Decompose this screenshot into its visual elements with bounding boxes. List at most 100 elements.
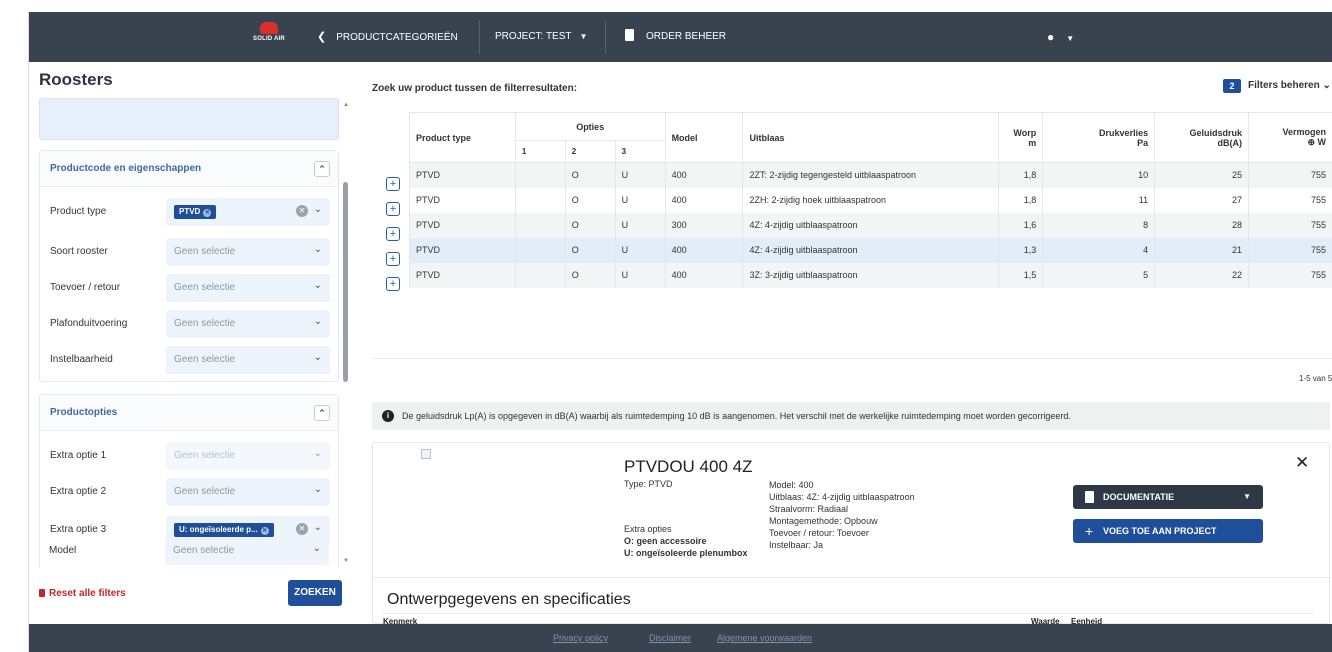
logo-mark-icon (260, 22, 278, 34)
col-header-uitblaas[interactable]: Uitblaas (742, 112, 1000, 163)
plus-icon: + (1085, 523, 1094, 539)
scroll-down-icon[interactable]: ▼ (343, 558, 349, 564)
collapse-button[interactable]: ⌃ (314, 405, 330, 421)
disclaimer-link[interactable]: Disclaimer (649, 633, 691, 643)
filter-row-plafond: Plafonduitvoering Geen selectie ⌄ (40, 307, 340, 341)
select-placeholder: Geen selectie (174, 450, 236, 461)
documentation-dropdown-button[interactable]: DOCUMENTATIE ▼ (1073, 485, 1263, 509)
model-select[interactable]: Geen selectie ⌄ (165, 537, 329, 565)
chevron-up-icon: ⌃ (318, 408, 326, 418)
nav-order-beheer[interactable]: ORDER BEHEER (625, 12, 726, 62)
expand-row-icon[interactable]: + (386, 202, 400, 216)
select-placeholder: Geen selectie (174, 354, 236, 365)
toevoer-retour-select[interactable]: Geen selectie ⌄ (166, 274, 330, 302)
table-row[interactable]: PTVD O U 300 4Z: 4-zijdig uitblaaspatroo… (409, 212, 1332, 238)
cell-type: PTVD (409, 237, 516, 263)
documentation-label: DOCUMENTATIE (1103, 492, 1175, 502)
nav-project-dropdown[interactable]: PROJECT: TEST ▼ (495, 12, 587, 62)
expand-row-icon[interactable]: + (386, 177, 400, 191)
cell-optie-3: U (614, 187, 666, 213)
cell-uitblaas: 4Z: 4-zijdig uitblaaspatroon (742, 237, 1000, 263)
broken-image-icon (421, 449, 431, 459)
sidebar-scrollbar[interactable]: ▲ ▼ (343, 102, 349, 568)
reset-filters-link[interactable]: Reset alle filters (39, 588, 126, 599)
cell-uitblaas: 3Z: 3-zijdig uitblaaspatroon (742, 262, 1000, 288)
info-text: De geluidsdruk Lp(A) is opgegeven in dB(… (402, 411, 1071, 421)
filters-manage-dropdown[interactable]: Filters beheren ⌄ (1248, 80, 1331, 91)
cell-vermogen: 755 (1248, 187, 1332, 213)
search-button[interactable]: ZOEKEN (288, 580, 342, 606)
filter-card-header[interactable]: Productopties ⌃ (40, 395, 338, 431)
extra-options: Extra opties O: geen accessoire U: ongeï… (624, 523, 748, 559)
filter-scroll-area[interactable]: Productcode en eigenschappen ⌃ Product t… (37, 98, 345, 568)
col-header-product-type[interactable]: Product type (409, 112, 516, 163)
cell-optie-3: U (614, 212, 666, 238)
extra-optie-2-select[interactable]: Geen selectie ⌄ (166, 478, 330, 506)
scroll-up-icon[interactable]: ▲ (343, 102, 349, 108)
terms-link[interactable]: Algemene voorwaarden (717, 633, 812, 643)
filter-row-instel: Instelbaarheid Geen selectie ⌄ (40, 343, 340, 377)
user-menu[interactable]: ● ▼ (1047, 12, 1074, 62)
chevron-down-icon: ⌄ (313, 522, 322, 533)
instelbaarheid-select[interactable]: Geen selectie ⌄ (166, 346, 330, 374)
brand-logo[interactable]: SOLID AIR (253, 22, 285, 52)
select-placeholder: Geen selectie (174, 282, 236, 293)
select-placeholder: Geen selectie (174, 246, 236, 257)
privacy-policy-link[interactable]: Privacy policy (553, 633, 608, 643)
filter-card-header[interactable]: Productcode en eigenschappen ⌃ (40, 151, 338, 187)
select-placeholder: Geen selectie (173, 545, 235, 556)
info-icon: i (382, 410, 394, 422)
col-header-worp[interactable]: Worp m (998, 112, 1044, 163)
add-to-project-button[interactable]: + VOEG TOE AAN PROJECT (1073, 519, 1263, 543)
detail-divider (373, 577, 1331, 578)
filter-row-product-type: Product type PTVD ✕ ✕ ⌄ (40, 195, 340, 229)
trash-icon (39, 589, 45, 597)
table-divider (373, 358, 1332, 359)
expand-row-icon[interactable]: + (386, 227, 400, 241)
close-icon[interactable]: ✕ (1295, 453, 1309, 473)
chevron-down-icon: ⌄ (312, 543, 321, 554)
caret-down-icon: ▼ (1243, 492, 1251, 501)
selected-chip[interactable]: PTVD ✕ (174, 205, 217, 219)
nav-back-productcategories[interactable]: ❮ PRODUCTCATEGORIEËN (317, 12, 458, 62)
collapse-button[interactable]: ⌃ (314, 161, 330, 177)
scrollbar-thumb[interactable] (343, 182, 348, 382)
cell-optie-2: O (564, 162, 616, 188)
cell-optie-1 (514, 187, 566, 213)
product-type-select[interactable]: PTVD ✕ ✕ ⌄ (166, 198, 330, 226)
cell-drukverlies: 11 (1042, 187, 1156, 213)
caret-down-icon: ▼ (579, 32, 588, 41)
clear-icon[interactable]: ✕ (296, 205, 308, 217)
worp-unit: m (1028, 137, 1037, 148)
table-row[interactable]: PTVD O U 400 3Z: 3-zijdig uitblaaspatroo… (409, 262, 1332, 288)
cell-worp: 1,8 (998, 187, 1044, 213)
app-window: SOLID AIR ❮ PRODUCTCATEGORIEËN PROJECT: T… (28, 12, 1332, 652)
plafonduitvoering-select[interactable]: Geen selectie ⌄ (166, 310, 330, 338)
spec-line: Model: 400 (769, 480, 814, 490)
col-header-drukverlies[interactable]: Drukverlies Pa (1042, 112, 1156, 163)
table-row[interactable]: PTVD O U 400 2ZH: 2-zijdig hoek uitblaas… (409, 187, 1332, 213)
expand-row-icon[interactable]: + (386, 252, 400, 266)
spec-line: Instelbaar: Ja (769, 540, 824, 550)
expand-row-icon[interactable]: + (386, 277, 400, 291)
extra-options-label: Extra opties (624, 524, 672, 534)
col-header-geluidsdruk[interactable]: Geluidsdruk dB(A) (1154, 112, 1249, 163)
chip-remove-icon[interactable]: ✕ (203, 209, 212, 217)
table-row-selected[interactable]: PTVD O U 400 4Z: 4-zijdig uitblaaspatroo… (409, 237, 1332, 263)
cell-type: PTVD (409, 162, 516, 188)
filter-row-soort: Soort rooster Geen selectie ⌄ (40, 235, 340, 269)
col-header-model[interactable]: Model (664, 112, 744, 163)
filter-search-area[interactable] (39, 98, 339, 140)
caret-down-icon: ▼ (1066, 34, 1075, 43)
product-type-text: Type: PTVD (624, 479, 673, 489)
file-icon (625, 29, 634, 41)
cell-optie-3: U (614, 237, 666, 263)
soort-rooster-select[interactable]: Geen selectie ⌄ (166, 238, 330, 266)
col-header-vermogen[interactable]: Vermogen ⊕ W (1248, 112, 1332, 163)
cell-worp: 1,5 (998, 262, 1044, 288)
chevron-up-icon: ⌃ (318, 164, 326, 174)
extra-optie-1-select[interactable]: Geen selectie ⌄ (166, 442, 330, 470)
col-header-optie-2: 2 (564, 140, 616, 163)
table-row[interactable]: PTVD O U 400 2ZT: 2-zijdig tegengesteld … (409, 162, 1332, 188)
info-banner: i De geluidsdruk Lp(A) is opgegeven in d… (372, 402, 1330, 430)
